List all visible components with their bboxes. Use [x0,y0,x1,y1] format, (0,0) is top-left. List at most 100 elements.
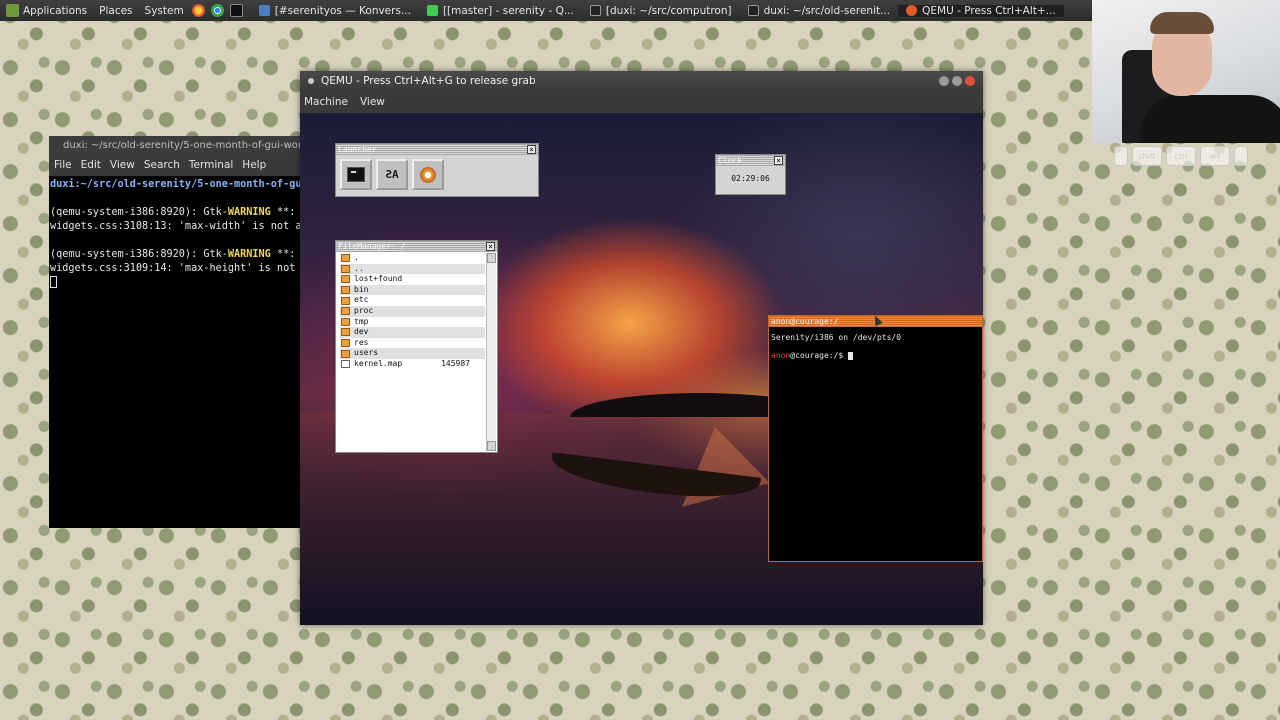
guest-screen[interactable]: Launcher × ƧA Clock × 02:29:06 FileManag… [300,113,983,625]
close-icon[interactable]: × [774,156,783,165]
serenity-terminal-output[interactable]: Serenity/i386 on /dev/pts/0 anon@courage… [769,327,982,367]
maximize-button[interactable] [952,76,962,86]
alt-key[interactable]: alt [1200,146,1230,166]
menu-help[interactable]: Help [242,159,266,171]
host-terminal-window[interactable]: duxi: ~/src/old-serenity/5-one-month-of-… [49,136,301,528]
menu-search[interactable]: Search [144,159,180,171]
vertical-scrollbar[interactable] [486,253,496,451]
close-button[interactable] [965,76,975,86]
menu-view[interactable]: View [110,159,135,171]
ctrl-key[interactable]: ctrl [1166,146,1196,166]
scroll-up-button[interactable] [487,253,496,263]
folder-icon [341,307,350,316]
menu-terminal[interactable]: Terminal [189,159,233,171]
task-qemu[interactable]: QEMU - Press Ctrl+Alt+... [898,4,1064,17]
task-terminal-computron[interactable]: [duxi: ~/src/computron] [582,5,740,17]
launcher-window[interactable]: Launcher × ƧA [335,143,539,197]
onscreen-keys: shift ctrl alt [1114,146,1264,168]
applications-menu-label: Applications [23,4,88,17]
list-item[interactable]: kernel.map 145987 [340,359,485,370]
output-line: widgets.css:3109:14: 'max-height' is not… [50,263,301,274]
window-title: Launcher [338,145,377,154]
list-item[interactable]: res [340,338,485,349]
file-manager-icon [420,166,436,183]
launcher-titlebar[interactable]: Launcher × [336,144,538,155]
task-label: [#serenityos — Konvers... [274,4,411,17]
folder-icon [341,349,350,358]
list-item[interactable]: . [340,253,485,264]
scroll-down-button[interactable] [487,441,496,451]
window-title: duxi: ~/src/old-serenity/5-one-month-of-… [63,139,301,151]
extra-key[interactable] [1234,146,1248,166]
close-icon[interactable]: × [527,145,536,154]
shell-prompt: anon@courage:/$ [771,351,849,360]
shift-key[interactable]: shift [1132,146,1162,166]
file-name: proc [354,305,374,315]
file-name: tmp [354,316,369,326]
window-menu-icon[interactable] [308,78,314,84]
qemu-icon [906,5,918,16]
menu-edit[interactable]: Edit [81,159,101,171]
list-item[interactable]: bin [340,284,485,296]
menu-file[interactable]: File [54,159,72,171]
person-body [1140,95,1280,143]
list-item[interactable]: proc [340,305,485,317]
person-hair [1150,12,1214,34]
list-item[interactable]: etc [340,295,485,306]
file-manager-window[interactable]: FileManager: / × ... lost+found bin etc proc… [335,240,498,453]
launch-file-manager-button[interactable] [412,159,444,190]
terminal-icon [747,5,759,16]
clock-titlebar[interactable]: Clock × [716,155,785,166]
list-item[interactable]: dev [340,327,485,338]
applications-menu[interactable]: Applications [0,4,93,17]
launch-font-editor-button[interactable]: ƧA [376,159,408,190]
file-name: users [354,348,379,358]
folder-icon [341,296,350,305]
folder-icon [341,275,350,284]
firefox-icon[interactable] [191,4,205,17]
host-terminal-output[interactable]: duxi:~/src/old-serenity/5-one-month-of-g… [49,176,301,292]
keyboard-key-icon[interactable] [1114,146,1128,166]
output-line: widgets.css:3108:13: 'max-width' is not … [50,221,301,232]
launch-terminal-button[interactable] [340,159,372,190]
system-menu[interactable]: System [139,5,190,17]
clock-window[interactable]: Clock × 02:29:06 [715,154,786,195]
menu-machine[interactable]: Machine [304,96,348,108]
file-name: . [354,253,359,262]
task-label: [[master] - serenity - Q... [442,4,574,17]
window-title: FileManager: / [338,242,406,251]
folder-icon [341,317,350,326]
places-menu-label: Places [99,4,133,17]
file-name: dev [354,327,369,337]
qemu-titlebar[interactable]: QEMU - Press Ctrl+Alt+G to release grab [300,71,983,91]
menu-view[interactable]: View [360,96,385,108]
task-qtcreator[interactable]: [[master] - serenity - Q... [419,5,582,17]
list-item[interactable]: tmp [340,317,485,328]
minimize-button[interactable] [939,76,949,86]
output-line: (qemu-system-i386:8920): Gtk-WARNING **: [50,249,301,260]
folder-icon [341,286,350,295]
key-label: ctrl [1174,151,1188,161]
launcher-buttons: ƧA [336,155,538,194]
close-icon[interactable]: × [486,242,495,251]
terminal-launcher-icon[interactable] [229,4,243,17]
file-list: ... lost+found bin etc proc tmp dev res users ker… [340,253,485,370]
serenity-terminal-window[interactable]: anon@courage:/ Serenity/i386 on /dev/pts… [768,315,983,562]
list-item[interactable]: users [340,348,485,359]
distro-logo-icon [6,4,19,17]
qemu-window[interactable]: QEMU - Press Ctrl+Alt+G to release grab … [300,71,983,625]
chat-icon [258,5,270,16]
chrome-icon[interactable] [210,4,224,17]
window-title: anon@courage:/ [771,317,839,326]
file-name: lost+found [354,274,403,284]
host-terminal-menubar: File Edit View Search Terminal Help [49,154,301,176]
key-label: alt [1209,151,1221,161]
file-name: .. [354,263,364,273]
list-item[interactable]: lost+found [340,274,485,285]
places-menu[interactable]: Places [93,5,138,17]
file-manager-titlebar[interactable]: FileManager: / × [336,241,497,252]
list-item[interactable]: .. [340,263,485,275]
host-terminal-titlebar[interactable]: duxi: ~/src/old-serenity/5-one-month-of-… [49,136,301,154]
task-konversation[interactable]: [#serenityos — Konvers... [251,5,419,17]
task-terminal-old-serenity[interactable]: duxi: ~/src/old-serenit... [740,5,899,17]
